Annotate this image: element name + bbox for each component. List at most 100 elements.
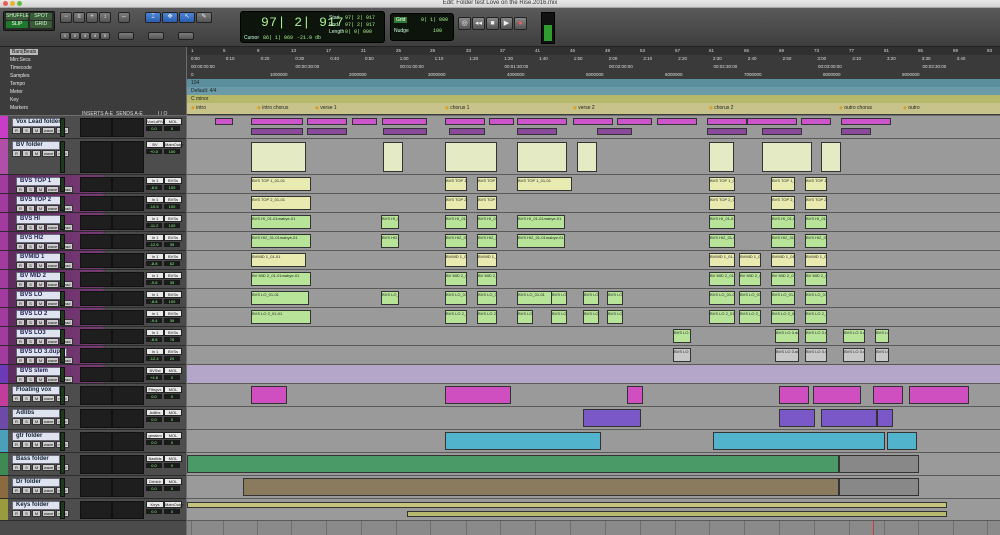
audio-clip[interactable]: BVS TOP 2_01-01 (709, 196, 735, 210)
solo-button[interactable]: S (22, 127, 31, 134)
ruler-timecode[interactable]: Timecode (10, 65, 32, 71)
output-selector[interactable]: BVSs (164, 310, 182, 317)
audio-clip[interactable]: BVS LO 3.dup1 (775, 348, 799, 362)
solo-button[interactable]: S (22, 441, 31, 448)
audio-clip[interactable]: BVS LO 3.dup1 (673, 348, 691, 362)
audio-clip[interactable]: BVS TOP 1_01-01 (517, 177, 572, 191)
audio-clip[interactable]: BVS HI2_01-01mabye-01 (477, 234, 497, 248)
output-selector[interactable]: BVSs (164, 196, 182, 203)
audio-clip[interactable] (517, 118, 567, 125)
audio-clip[interactable]: BVS HI_01-01mabye-01 (251, 215, 311, 229)
pan-value[interactable]: 0 (164, 394, 180, 399)
selector-icon[interactable]: ↖ (179, 12, 195, 23)
audio-clip[interactable] (383, 128, 427, 135)
track-name[interactable]: Dr folder (12, 478, 60, 487)
solo-button[interactable]: S (26, 205, 35, 212)
volume-value[interactable]: -12.4 (146, 356, 162, 361)
audio-clip[interactable] (707, 118, 747, 125)
view-selector[interactable]: wave (46, 376, 59, 383)
send-slots[interactable] (112, 196, 144, 211)
input-selector[interactable]: gtrstem (146, 432, 164, 439)
volume-value[interactable]: 0.0 (146, 440, 162, 445)
audio-clip[interactable]: BVS LO 2_01-01 (477, 310, 497, 324)
audio-clip[interactable]: BVS LO 2_01-01 (251, 310, 311, 324)
solo-button[interactable]: S (26, 300, 35, 307)
audio-clip[interactable] (709, 142, 734, 172)
solo-button[interactable]: S (22, 395, 31, 402)
insert-slots[interactable] (80, 141, 112, 173)
record-enable-button[interactable]: R (16, 186, 25, 193)
volume-value[interactable]: -8.8 (146, 299, 162, 304)
audio-clip[interactable] (821, 142, 841, 172)
audio-clip[interactable]: BVS HI2_01-01mabye-01 (709, 234, 735, 248)
audio-clip[interactable] (707, 128, 747, 135)
audio-clip[interactable]: BVS LO_01-01 (709, 291, 735, 305)
audio-clip[interactable]: BVS LO_01-01 (477, 291, 497, 305)
track-header[interactable]: BV MID 2 R S Mwave read In 1 BVSs -9.6 39 (0, 270, 186, 289)
input-selector[interactable]: BVSst (146, 367, 164, 374)
audio-clip[interactable] (909, 386, 969, 404)
audio-clip[interactable] (517, 128, 557, 135)
audio-clip[interactable] (251, 118, 303, 125)
audio-clip[interactable] (445, 386, 511, 404)
send-slots[interactable] (112, 310, 144, 325)
mute-button[interactable]: M (36, 319, 45, 326)
mute-button[interactable]: M (36, 300, 45, 307)
marker-intro-chorus[interactable]: ◆ intro chorus (257, 105, 288, 111)
solo-button[interactable]: S (26, 376, 35, 383)
mute-button[interactable]: M (36, 224, 45, 231)
track-name[interactable]: BVS LO (16, 291, 64, 300)
pan-value[interactable]: 20 (164, 356, 180, 361)
audio-clip[interactable]: BVMID 1_01-01 (805, 253, 827, 267)
volume-value[interactable]: 0.0 (146, 394, 162, 399)
pan-value[interactable]: 100 (164, 185, 180, 190)
record-enable-button[interactable]: R (16, 281, 25, 288)
mute-button[interactable]: M (36, 205, 45, 212)
audio-clip[interactable] (779, 386, 809, 404)
pan-value[interactable]: 0 (164, 126, 180, 131)
track-name[interactable]: BVS TOP 1 (16, 177, 64, 186)
ruler-key[interactable]: Key (10, 97, 19, 103)
record-enable-button[interactable]: R (16, 338, 25, 345)
zoom-preset-4[interactable]: 4 (90, 32, 100, 40)
audio-clip[interactable] (383, 142, 403, 172)
send-slots[interactable] (112, 455, 144, 474)
audio-clip[interactable]: BVS LO 2_01-01 (709, 310, 735, 324)
volume-value[interactable]: 0.0 (146, 486, 162, 491)
audio-clip[interactable] (841, 118, 891, 125)
audio-clip[interactable]: BVS HI2_01-01mabye-01 (445, 234, 467, 248)
send-slots[interactable] (112, 177, 144, 192)
audio-clip[interactable] (307, 128, 347, 135)
audio-clip[interactable] (762, 128, 802, 135)
audio-clip[interactable]: BVMID 1_01-01 (477, 253, 497, 267)
input-selector[interactable]: In 1 (146, 196, 164, 203)
view-selector[interactable]: wave (42, 464, 55, 471)
marker-chorus-2[interactable]: ◆ chorus 2 (709, 105, 733, 111)
audio-clip[interactable]: BVS LO 3.dup1 (673, 329, 691, 343)
audio-clip[interactable] (657, 118, 697, 125)
audio-clip[interactable]: BVS LO_01-01 (381, 291, 399, 305)
zoom-toggle-icon[interactable]: ≡ (73, 12, 85, 23)
shuffle-mode-button[interactable]: SHUFFLE (6, 13, 29, 20)
output-selector[interactable]: MOL (164, 367, 182, 374)
audio-clip[interactable]: BVS TOP 1_01-01 (709, 177, 735, 191)
audio-clip[interactable] (449, 128, 485, 135)
view-selector[interactable]: wave (42, 510, 55, 517)
audio-clip[interactable]: BVS LO_01-01 (805, 291, 827, 305)
audio-clip[interactable]: BVS LO 3.dup1 (843, 329, 865, 343)
insert-slots[interactable] (80, 386, 112, 405)
audio-clip[interactable]: BVMID 1_01-01 (709, 253, 735, 267)
output-selector[interactable]: MainOutpt L/R (164, 501, 183, 512)
audio-clip[interactable]: BVS TOP 2_01-01 (251, 196, 311, 210)
insert-slots[interactable] (80, 329, 112, 344)
input-selector[interactable]: VoxLdRV (146, 118, 164, 125)
mute-button[interactable]: M (32, 395, 41, 402)
audio-clip[interactable] (801, 118, 831, 125)
solo-button[interactable]: S (26, 281, 35, 288)
nudge-label[interactable]: Nudge (394, 28, 409, 34)
send-slots[interactable] (112, 141, 144, 173)
marker-outro[interactable]: ◆ outro (903, 105, 920, 111)
audio-clip[interactable]: BVMID 1_01-01 (739, 253, 761, 267)
send-slots[interactable] (112, 367, 144, 382)
track-header[interactable]: BVS HI2 R S Mwave read In 1 BVSs -12.6 39 (0, 232, 186, 251)
